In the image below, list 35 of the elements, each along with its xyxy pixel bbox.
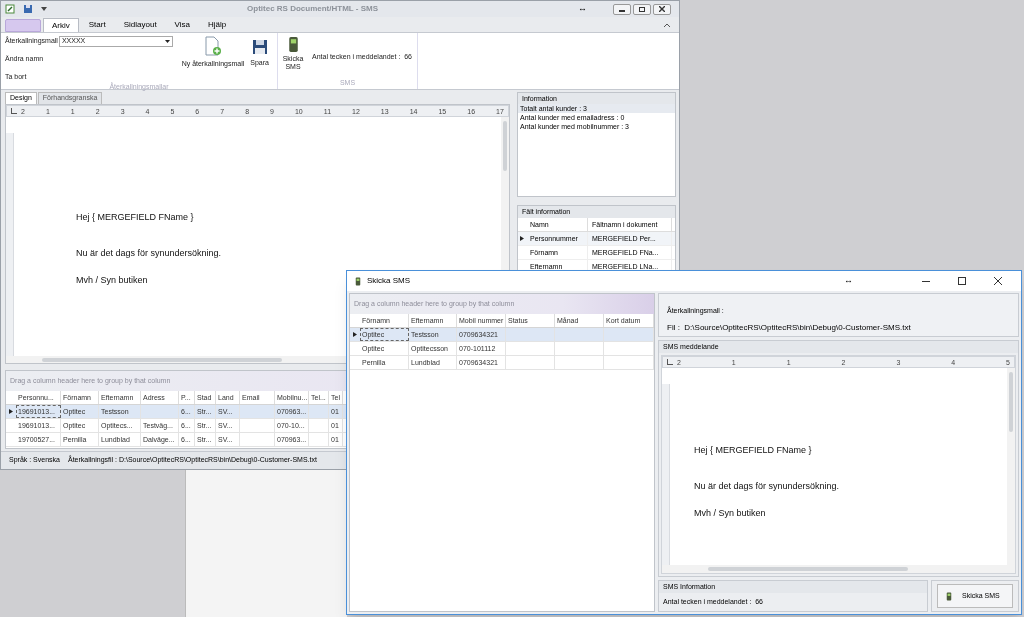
close-button[interactable] (653, 3, 671, 15)
ribbon-tab[interactable]: Hjälp (200, 18, 235, 32)
document-line: Nu är det dags för synundersökning. (76, 246, 222, 260)
minimize-button[interactable] (613, 3, 631, 15)
close-icon (994, 277, 1002, 285)
ribbon-tab[interactable]: Sidlayout (115, 18, 165, 32)
resize-glyph: ↔ (844, 274, 853, 288)
file-path: Fil : D:\Source\OptitecRS\OptitecRS\bin\Debug\0-Customer-SMS.txt (667, 321, 912, 334)
document-line: Hej { MERGEFIELD FName } (76, 211, 195, 224)
phone-icon (355, 276, 361, 286)
row-pointer-icon (520, 236, 524, 241)
save-icon[interactable] (23, 4, 33, 14)
window-title: Skicka SMS (367, 275, 412, 287)
window-title: Optitec RS Document/HTML - SMS (246, 3, 379, 15)
ribbon-tab[interactable]: Arkiv (43, 18, 79, 32)
dropdown-caret-icon[interactable] (41, 7, 47, 11)
collapse-ribbon-icon[interactable] (663, 22, 671, 28)
document-line: Mvh / Syn butiken (76, 274, 149, 287)
phone-icon (287, 36, 299, 53)
close-icon (659, 6, 665, 12)
maximize-button[interactable] (633, 3, 651, 15)
document-line: Nu är det dags för synundersökning. (694, 479, 840, 493)
horizontal-scrollbar[interactable] (662, 565, 1015, 573)
vertical-scrollbar[interactable] (1007, 368, 1015, 565)
dropdown-caret-icon (164, 40, 170, 43)
new-document-icon (204, 36, 221, 56)
edit-icon[interactable] (5, 4, 15, 14)
phone-icon (946, 591, 952, 601)
document-line: Hej { MERGEFIELD FName } (694, 444, 813, 457)
row-pointer-icon (353, 332, 357, 337)
resize-glyph: ↔ (578, 2, 587, 16)
document-line: Mvh / Syn butiken (694, 507, 767, 520)
row-pointer-icon (9, 409, 13, 414)
ribbon-tab[interactable]: Start (80, 18, 114, 32)
ribbon-tab[interactable]: Visa (166, 18, 199, 32)
